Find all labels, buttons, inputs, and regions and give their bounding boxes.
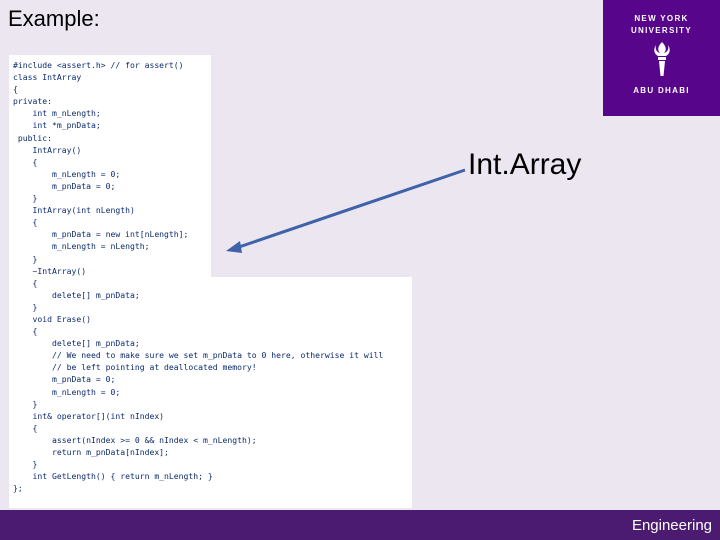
code-line: } — [13, 193, 38, 204]
code-line: assert(nIndex >= 0 && nIndex < m_nLength… — [13, 434, 257, 445]
code-line: // be left pointing at deallocated memor… — [13, 362, 257, 373]
code-line: m_pnData = 0; — [13, 374, 116, 385]
code-line: { — [13, 422, 38, 433]
code-line: #include <assert.h> // for assert() — [13, 60, 184, 70]
code-listing: #include <assert.h> // for assert() class… — [13, 59, 383, 494]
footer-bar: Engineering — [0, 510, 720, 540]
code-line: int *m_pnData; — [13, 120, 101, 131]
slide: Example: NEW YORK UNIVERSITY ABU DHABI #… — [0, 0, 720, 540]
code-line: private: — [13, 96, 52, 107]
code-line: m_nLength = nLength; — [13, 241, 150, 252]
footer-text: Engineering — [631, 517, 712, 534]
logo-line-1: NEW YORK — [634, 14, 689, 23]
code-line: return m_pnData[nIndex]; — [13, 447, 169, 457]
code-line: void Erase() — [13, 313, 91, 324]
code-line: { — [13, 326, 38, 337]
torch-icon — [654, 42, 670, 76]
nyu-abu-dhabi-logo: NEW YORK UNIVERSITY ABU DHABI — [603, 0, 720, 116]
code-line: { — [13, 217, 38, 228]
code-line: delete[] m_pnData; — [13, 338, 140, 349]
code-line: // We need to make sure we set m_pnData … — [13, 350, 384, 361]
code-line: int m_nLength; — [13, 108, 101, 119]
code-line: } — [13, 253, 38, 264]
code-line: m_pnData = 0; — [13, 180, 116, 191]
code-line: public: — [13, 132, 52, 143]
code-line: int& operator[](int nIndex) — [13, 410, 165, 421]
class-label: Int.Array — [468, 148, 582, 181]
code-line: } — [13, 459, 38, 470]
code-line: delete[] m_pnData; — [13, 289, 140, 300]
code-line: m_nLength = 0; — [13, 168, 121, 179]
code-line: { — [13, 277, 38, 288]
code-line: int GetLength() { return m_nLength; } — [13, 471, 213, 482]
slide-title: Example: — [8, 6, 100, 31]
code-line: m_nLength = 0; — [13, 386, 121, 397]
logo-line-3: ABU DHABI — [633, 86, 690, 95]
code-line: { — [13, 156, 38, 167]
code-line: } — [13, 301, 38, 312]
code-line: { — [13, 84, 18, 95]
logo-line-2: UNIVERSITY — [630, 26, 692, 35]
code-line: IntArray(int nLength) — [13, 205, 135, 216]
code-line: }; — [13, 483, 23, 494]
code-line: } — [13, 398, 38, 409]
code-line: ~IntArray() — [13, 265, 87, 276]
code-line: IntArray() — [13, 144, 82, 155]
code-line: m_pnData = new int[nLength]; — [13, 229, 189, 240]
code-line: class IntArray — [13, 72, 82, 83]
